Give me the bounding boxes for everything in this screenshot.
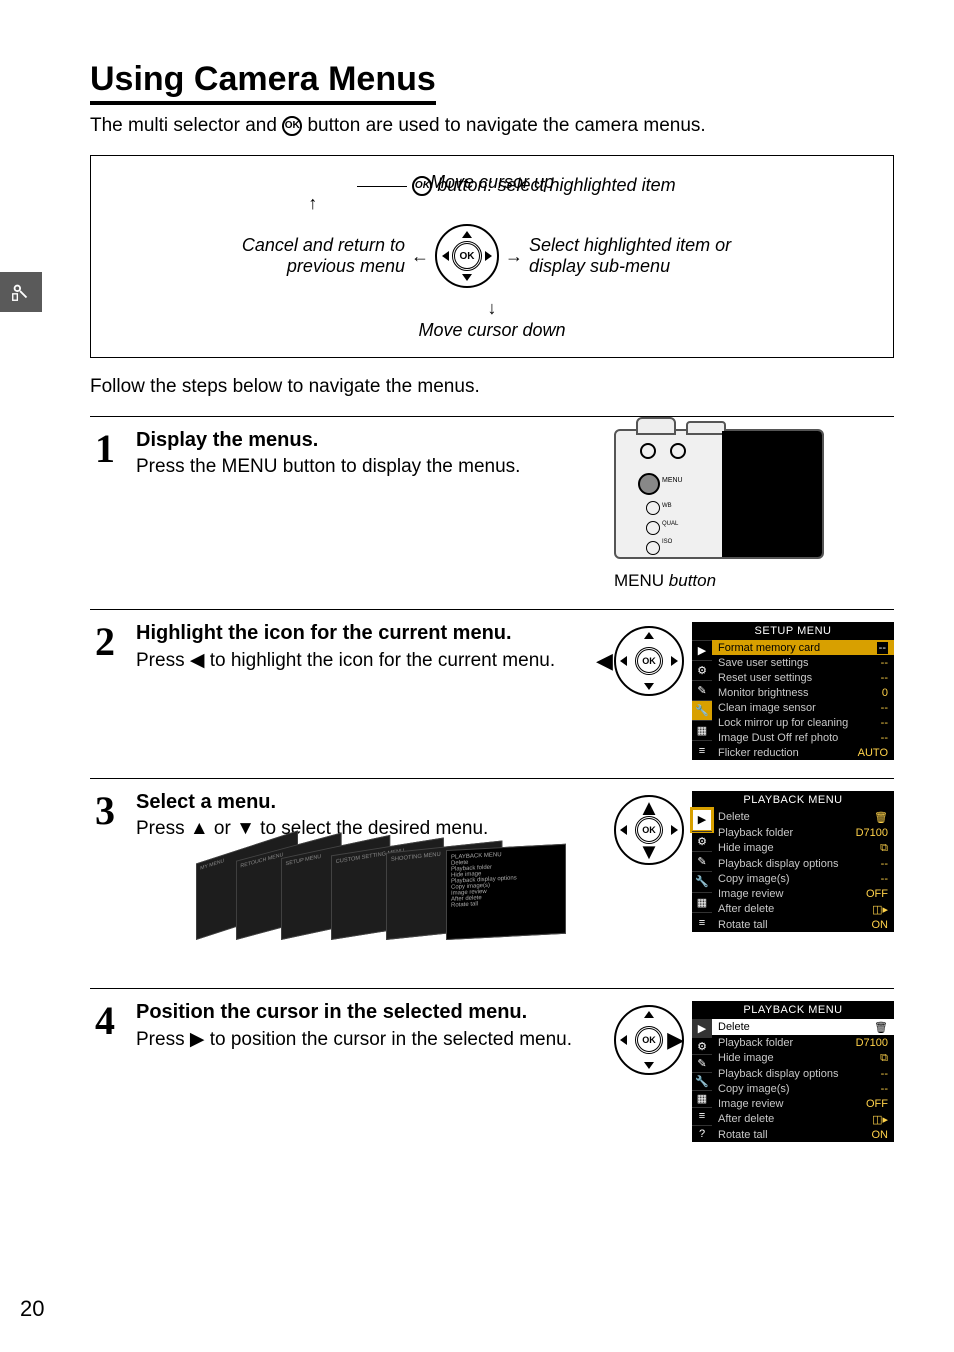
- screen-tabs: ▶⚙✎🔧▦≡: [692, 809, 712, 932]
- step-text: Press ◀ to highlight the icon for the cu…: [136, 649, 598, 672]
- step-number: 2: [90, 622, 120, 662]
- step-1: 1 Display the menus. Press the MENU butt…: [90, 429, 894, 591]
- page-number: 20: [20, 1296, 44, 1322]
- setup-menu-screen: SETUP MENU ▶⚙✎🔧▦≡ Format memory card--Sa…: [692, 622, 894, 760]
- menu-row: Save user settings--: [712, 655, 894, 670]
- menu-row: Monitor brightness0: [712, 685, 894, 700]
- screen-tabs: ▶⚙✎🔧▦≡?: [692, 1019, 712, 1142]
- multi-selector-icon: OK: [435, 224, 499, 288]
- menu-row: After delete◫▸: [712, 1111, 894, 1127]
- menu-row: Playback folderD7100: [712, 825, 894, 840]
- menu-row: Playback display options--: [712, 1066, 894, 1081]
- step-number: 4: [90, 1001, 120, 1041]
- step-title: Select a menu.: [136, 791, 598, 814]
- menu-row: Image Dust Off ref photo--: [712, 730, 894, 745]
- selector-diagram: Move cursor up ↑ OK button: select highl…: [90, 155, 894, 358]
- menu-row: Lock mirror up for cleaning--: [712, 715, 894, 730]
- menu-row: After delete◫▸: [712, 901, 894, 917]
- step-text: Press ▶ to position the cursor in the se…: [136, 1028, 598, 1051]
- arrow-right-icon: →: [505, 246, 523, 267]
- step-text: Press the MENU button to display the men…: [136, 456, 598, 478]
- arrow-up-icon: ↑: [308, 193, 317, 214]
- step-text: Press ▲ or ▼ to select the desired menu.: [136, 818, 598, 840]
- playback-menu-screen: PLAYBACK MENU ▶⚙✎🔧▦≡ Delete🗑Playback fol…: [692, 791, 894, 932]
- menu-row: Copy image(s)--: [712, 1081, 894, 1096]
- step-number: 3: [90, 791, 120, 831]
- playback-menu-screen-2: PLAYBACK MENU ▶⚙✎🔧▦≡? Delete🗑Playback fo…: [692, 1001, 894, 1142]
- step-title: Position the cursor in the selected menu…: [136, 1001, 598, 1024]
- screen-title: PLAYBACK MENU: [692, 1001, 894, 1019]
- screen-title: PLAYBACK MENU: [692, 791, 894, 809]
- arrow-down-icon: ↓: [488, 298, 497, 318]
- diag-right-2: display sub-menu: [529, 256, 670, 276]
- diag-ok-label: button: select highlighted item: [432, 175, 675, 195]
- diag-left-1: Cancel and return to: [242, 235, 405, 255]
- menu-row: Format memory card--: [712, 640, 894, 655]
- active-down-arrow-icon: ▼: [638, 839, 660, 865]
- dpad-right-icon: OK ▶: [614, 1005, 684, 1075]
- menu-row: Playback display options--: [712, 856, 894, 871]
- step-number: 1: [90, 429, 120, 469]
- step-4: 4 Position the cursor in the selected me…: [90, 1001, 894, 1142]
- intro-after: button are used to navigate the camera m…: [302, 115, 705, 136]
- ok-core: OK: [452, 241, 482, 271]
- menu-row: Flicker reductionAUTO: [712, 745, 894, 760]
- ok-icon: OK: [412, 176, 432, 196]
- menu-row: Hide image⧉: [712, 1050, 894, 1066]
- menu-row: Image reviewOFF: [712, 886, 894, 901]
- diag-right-1: Select highlighted item or: [529, 235, 731, 255]
- camera-illustration: MENU WB QUAL ISO: [614, 429, 824, 559]
- active-right-arrow-icon: ▶: [667, 1027, 684, 1053]
- follow-text: Follow the steps below to navigate the m…: [90, 376, 894, 398]
- menu-row: Delete🗑: [712, 1019, 894, 1035]
- side-tab-icon: [0, 272, 42, 312]
- menu-row: Playback folderD7100: [712, 1035, 894, 1050]
- active-up-arrow-icon: ▲: [638, 795, 660, 821]
- menu-row: Image reviewOFF: [712, 1096, 894, 1111]
- step-title: Highlight the icon for the current menu.: [136, 622, 598, 645]
- screen-title: SETUP MENU: [692, 622, 894, 640]
- menu-row: Hide image⧉: [712, 840, 894, 856]
- menu-row: Copy image(s)--: [712, 871, 894, 886]
- menu-row: Rotate tallON: [712, 1127, 894, 1142]
- menu-row: Delete🗑: [712, 809, 894, 825]
- menu-fan-illustration: MY MENU RETOUCH MENU SETUP MENU CUSTOM S…: [196, 850, 516, 970]
- dpad-updown-icon: OK ▲ ▼: [614, 795, 684, 865]
- menu-row: Clean image sensor--: [712, 700, 894, 715]
- step-2: 2 Highlight the icon for the current men…: [90, 622, 894, 760]
- page-title: Using Camera Menus: [90, 60, 436, 105]
- arrow-left-icon: ←: [411, 246, 429, 267]
- ok-icon: OK: [282, 116, 302, 136]
- menu-row: Reset user settings--: [712, 670, 894, 685]
- diag-move-down: Move cursor down: [418, 320, 565, 341]
- step-title: Display the menus.: [136, 429, 598, 452]
- menu-label: MENU: [222, 456, 278, 477]
- diag-left-2: previous menu: [287, 256, 405, 276]
- active-left-arrow-icon: ◀: [596, 648, 613, 674]
- dpad-left-icon: OK ◀: [614, 626, 684, 696]
- menu-button-caption: MENU button: [614, 571, 716, 591]
- intro-before: The multi selector and: [90, 115, 282, 136]
- screen-tabs: ▶⚙✎🔧▦≡: [692, 640, 712, 760]
- menu-row: Rotate tallON: [712, 917, 894, 932]
- step-3: 3 Select a menu. Press ▲ or ▼ to select …: [90, 791, 894, 970]
- intro-text: The multi selector and OK button are use…: [90, 115, 894, 137]
